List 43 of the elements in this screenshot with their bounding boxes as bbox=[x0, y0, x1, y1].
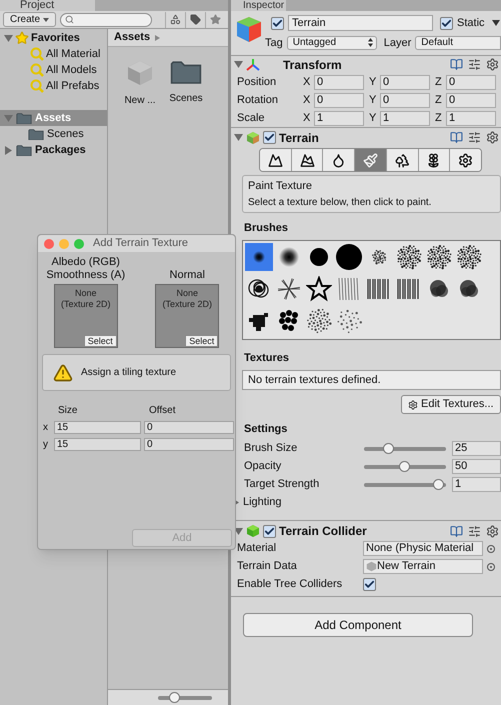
slot-value: None bbox=[74, 288, 96, 299]
slider-label: Brush Size bbox=[244, 441, 298, 456]
slot-value: None bbox=[176, 288, 198, 299]
tool-title: Paint Texture bbox=[248, 179, 314, 194]
axis-label: X bbox=[303, 110, 312, 126]
axis-label: Z bbox=[435, 92, 443, 108]
tag-label: Tag bbox=[265, 36, 283, 50]
axis-label: X bbox=[303, 92, 312, 108]
column-header: Size bbox=[58, 404, 78, 418]
axis-label: Z bbox=[435, 74, 443, 90]
warning-text: Assign a tiling texture bbox=[81, 366, 176, 380]
texture-list: No terrain textures defined. bbox=[242, 370, 501, 390]
axis-label: y bbox=[42, 438, 49, 452]
axis-label: Y bbox=[369, 92, 378, 108]
axis-label: X bbox=[303, 74, 312, 90]
axis-label: x bbox=[42, 421, 49, 435]
component-title: Transform bbox=[283, 56, 342, 74]
field-label: Material bbox=[237, 541, 278, 556]
axis-label: Y bbox=[369, 74, 378, 90]
field-label: Rotation bbox=[237, 92, 279, 108]
section-label: Settings bbox=[244, 422, 288, 437]
component-title: Terrain Collider bbox=[279, 523, 367, 540]
axis-label: Z bbox=[435, 110, 443, 126]
tool-hint: Select a texture below, then click to paint. bbox=[248, 196, 432, 210]
slot-label: Smoothness (A) bbox=[46, 269, 126, 282]
static-label: Static bbox=[457, 16, 485, 31]
slot-label: Albedo (RGB) bbox=[52, 256, 120, 269]
field-label: Terrain Data bbox=[237, 559, 298, 574]
slot-value: (Texture 2D) bbox=[60, 299, 110, 310]
column-header: Offset bbox=[149, 404, 176, 418]
component-title: Terrain bbox=[279, 130, 319, 146]
field-label: Position bbox=[237, 74, 278, 90]
section-label: Brushes bbox=[244, 221, 290, 236]
slider-label: Target Strength bbox=[244, 477, 320, 492]
field-label: Scale bbox=[237, 110, 266, 126]
section-label: Textures bbox=[244, 350, 290, 366]
axis-label: Y bbox=[369, 110, 378, 126]
window-title: Add Terrain Texture bbox=[93, 236, 188, 252]
slider-label: Opacity bbox=[244, 459, 282, 474]
slot-value: (Texture 2D) bbox=[162, 299, 212, 310]
layer-label: Layer bbox=[384, 36, 412, 50]
slot-label: Normal bbox=[170, 269, 205, 282]
field-label: Enable Tree Colliders bbox=[237, 577, 344, 592]
